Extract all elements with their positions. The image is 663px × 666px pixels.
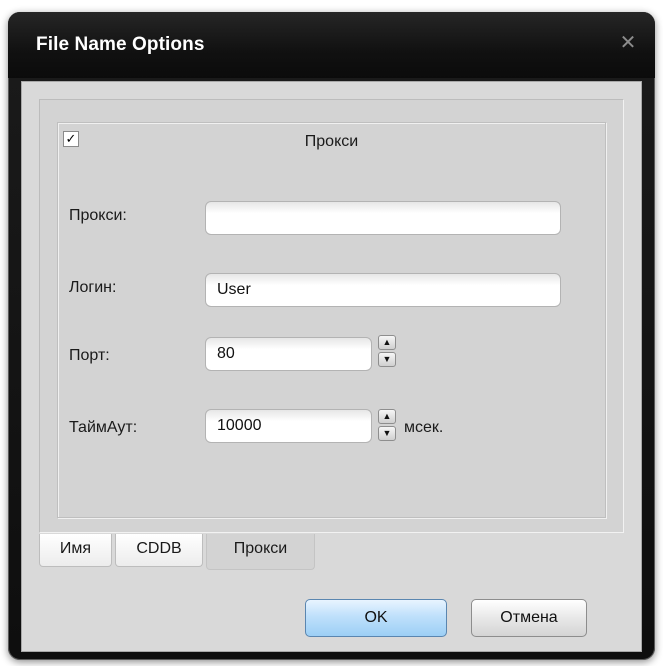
timeout-input[interactable]: 10000 (205, 409, 372, 443)
dialog-client-area: ✓ Прокси Прокси: Логин: User Порт: 80 ▲ … (21, 81, 642, 652)
window-title: File Name Options (36, 34, 205, 55)
dialog-window: File Name Options ✕ ✓ Прокси Прокси: Лог… (8, 12, 655, 660)
proxy-label: Прокси: (69, 207, 127, 224)
timeout-spin-down-button[interactable]: ▼ (378, 426, 396, 441)
port-label: Порт: (69, 347, 110, 364)
tab-name[interactable]: Имя (39, 534, 112, 567)
close-button[interactable]: ✕ (617, 32, 639, 54)
arrow-down-icon: ▼ (382, 354, 392, 364)
login-label: Логин: (69, 279, 117, 296)
timeout-spin-up-button[interactable]: ▲ (378, 409, 396, 424)
cancel-button[interactable]: Отмена (471, 599, 587, 637)
proxy-input[interactable] (205, 201, 561, 235)
ok-button[interactable]: OK (305, 599, 447, 637)
timeout-unit-label: мсек. (404, 419, 444, 436)
title-bar[interactable]: File Name Options ✕ (8, 12, 655, 78)
tab-panel-proxy: ✓ Прокси Прокси: Логин: User Порт: 80 ▲ … (39, 99, 624, 533)
proxy-group-title: Прокси (304, 133, 359, 150)
login-input[interactable]: User (205, 273, 561, 307)
timeout-stepper: ▲ ▼ (378, 409, 396, 443)
arrow-up-icon: ▲ (382, 337, 392, 347)
tab-proxy[interactable]: Прокси (206, 534, 315, 570)
timeout-label: ТаймАут: (69, 419, 138, 436)
port-spin-up-button[interactable]: ▲ (378, 335, 396, 350)
port-input[interactable]: 80 (205, 337, 372, 371)
arrow-up-icon: ▲ (382, 411, 392, 421)
tab-cddb[interactable]: CDDB (115, 534, 203, 567)
proxy-groupbox: ✓ Прокси Прокси: Логин: User Порт: 80 ▲ … (57, 122, 606, 518)
arrow-down-icon: ▼ (382, 428, 392, 438)
port-stepper: ▲ ▼ (378, 335, 396, 369)
close-icon: ✕ (619, 32, 637, 54)
port-spin-down-button[interactable]: ▼ (378, 352, 396, 367)
